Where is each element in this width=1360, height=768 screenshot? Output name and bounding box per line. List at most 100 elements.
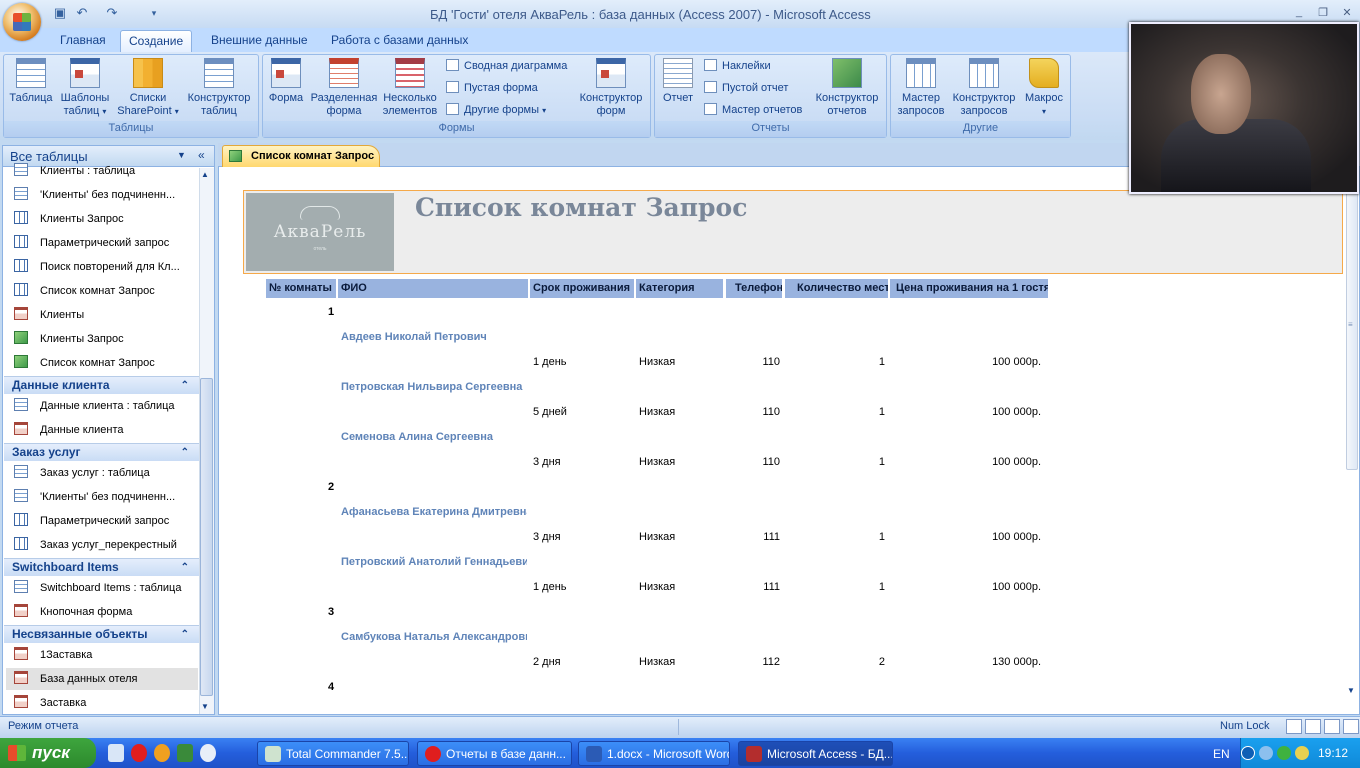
nav-scroll-up-icon[interactable]: ▲ [201,170,209,179]
tab-database-tools[interactable]: Работа с базами данных [323,30,476,52]
start-button[interactable]: пуск [0,738,96,768]
nav-item[interactable]: 'Клиенты' без подчиненн... [14,184,199,206]
cell-price: 100 000р. [992,456,1041,468]
query-wizard-button[interactable]: Мастер запросов [893,58,949,118]
report-view-icon[interactable] [1286,719,1302,734]
collapse-chevron-icon[interactable]: ⌃ [181,626,189,643]
nav-scroll-thumb[interactable] [200,378,213,696]
office-button[interactable] [3,3,41,41]
cell-category: Низкая [639,531,676,543]
nav-group-header[interactable]: Switchboard Items ⌃ [4,558,199,576]
minimize-button[interactable]: _ [1290,6,1308,20]
nav-scroll-down-icon[interactable]: ▼ [201,702,209,711]
report-button[interactable]: Отчет [660,58,696,105]
blank-form-button[interactable]: Пустая форма [446,80,538,96]
print-preview-icon[interactable] [1305,719,1321,734]
form-button[interactable]: Форма [266,58,306,105]
nav-item[interactable]: Заказ услуг : таблица [14,462,199,484]
table-icon [14,489,28,502]
redo-icon[interactable]: ↷ [104,5,120,21]
cell-phone: 110 [762,456,780,468]
nav-item[interactable]: Клиенты [14,304,199,326]
collapse-chevron-icon[interactable]: ⌃ [181,444,189,461]
query-icon [14,235,28,248]
split-form-icon [329,58,359,88]
tab-create[interactable]: Создание [120,30,193,52]
nav-menu-icon[interactable]: ▼ [177,150,186,160]
multiple-items-button[interactable]: Несколько элементов [380,58,440,118]
quicklaunch-winrar-icon[interactable] [177,744,193,762]
other-forms-button[interactable]: Другие формы ▾ [446,102,546,118]
nav-item[interactable]: База данных отеля [6,668,198,690]
nav-item[interactable]: Заказ услуг_перекрестный [14,534,199,556]
nav-item[interactable]: Список комнат Запрос [14,352,199,374]
task-access[interactable]: Microsoft Access - БД... [738,741,893,766]
pivot-chart-button[interactable]: Сводная диаграмма [446,58,567,74]
quicklaunch-explorer-icon[interactable] [200,744,216,762]
form-designer-button[interactable]: Конструктор форм [576,58,646,118]
nav-item[interactable]: Кнопочная форма [14,601,199,623]
nav-group-header[interactable]: Несвязанные объекты ⌃ [4,625,199,643]
quicklaunch-desktop-icon[interactable] [108,744,124,762]
collapse-chevron-icon[interactable]: ⌃ [181,559,189,576]
nav-item[interactable]: Список комнат Запрос [14,280,199,302]
maximize-button[interactable]: ❐ [1314,6,1332,20]
windows-flag-icon [8,745,26,761]
form-icon [14,695,28,708]
split-form-button[interactable]: Разделенная форма [309,58,379,118]
save-icon[interactable]: ▣ [52,5,68,21]
cell-price: 100 000р. [992,406,1041,418]
nav-item[interactable]: Данные клиента : таблица [14,395,199,417]
doc-scroll-down-icon[interactable]: ▼ [1347,686,1355,695]
language-indicator[interactable]: EN [1213,747,1230,761]
nav-item[interactable]: Параметрический запрос [14,232,199,254]
nav-item[interactable]: Клиенты : таблица [14,160,199,182]
report-designer-button[interactable]: Конструктор отчетов [812,58,882,118]
tray-security-icon[interactable] [1277,746,1291,760]
labels-button[interactable]: Наклейки [704,58,771,74]
table-templates-button[interactable]: Шаблоны таблиц ▾ [56,58,114,118]
tray-volume-icon[interactable] [1295,746,1309,760]
logo-text: АкваРель [273,222,367,242]
quicklaunch-opera-icon[interactable] [131,744,147,762]
blank-report-button[interactable]: Пустой отчет [704,80,788,96]
logo-subtext: отель [313,246,327,252]
nav-item[interactable]: Клиенты Запрос [14,328,199,350]
quicklaunch-app-icon[interactable] [154,744,170,762]
tray-expand-icon[interactable] [1241,746,1255,760]
tab-external-data[interactable]: Внешние данные [203,30,316,52]
nav-item[interactable]: Поиск повторений для Кл... [14,256,199,278]
nav-item[interactable]: 1Заставка [14,644,199,666]
undo-icon[interactable]: ↶ [74,5,90,21]
nav-item[interactable]: Данные клиента [14,419,199,441]
tab-home[interactable]: Главная [52,30,114,52]
nav-item[interactable]: Switchboard Items : таблица [14,577,199,599]
sharepoint-lists-button[interactable]: Списки SharePoint ▾ [115,58,181,118]
customize-qat-icon[interactable]: ▾ [146,5,162,21]
nav-group-header[interactable]: Данные клиента ⌃ [4,376,199,394]
task-opera[interactable]: Отчеты в базе данн... [417,741,572,766]
task-total-commander[interactable]: Total Commander 7.5... [257,741,409,766]
nav-item-label: Клиенты : таблица [40,165,136,177]
collapse-chevron-icon[interactable]: ⌃ [181,377,189,394]
task-word[interactable]: 1.docx - Microsoft Word [578,741,730,766]
layout-view-icon[interactable] [1324,719,1340,734]
document-tab[interactable]: Список комнат Запрос [222,145,380,167]
nav-item-label: Switchboard Items : таблица [40,582,182,594]
table-designer-button[interactable]: Конструктор таблиц [184,58,254,118]
query-designer-button[interactable]: Конструктор запросов [950,58,1018,118]
macro-button[interactable]: Макрос ▾ [1020,58,1068,118]
nav-item[interactable]: Клиенты Запрос [14,208,199,230]
nav-item[interactable]: 'Клиенты' без подчиненн... [14,486,199,508]
tray-network-icon[interactable] [1259,746,1273,760]
nav-item[interactable]: Заставка [14,692,199,714]
nav-group-header[interactable]: Заказ услуг ⌃ [4,443,199,461]
nav-item[interactable]: Параметрический запрос [14,510,199,532]
table-button[interactable]: Таблица [8,58,54,105]
cell-category: Низкая [639,356,676,368]
design-view-icon[interactable] [1343,719,1359,734]
shutter-bar-close-icon[interactable]: « [198,148,205,162]
close-button[interactable]: ✕ [1338,6,1356,20]
report-wizard-button[interactable]: Мастер отчетов [704,102,802,118]
macro-icon [1029,58,1059,88]
